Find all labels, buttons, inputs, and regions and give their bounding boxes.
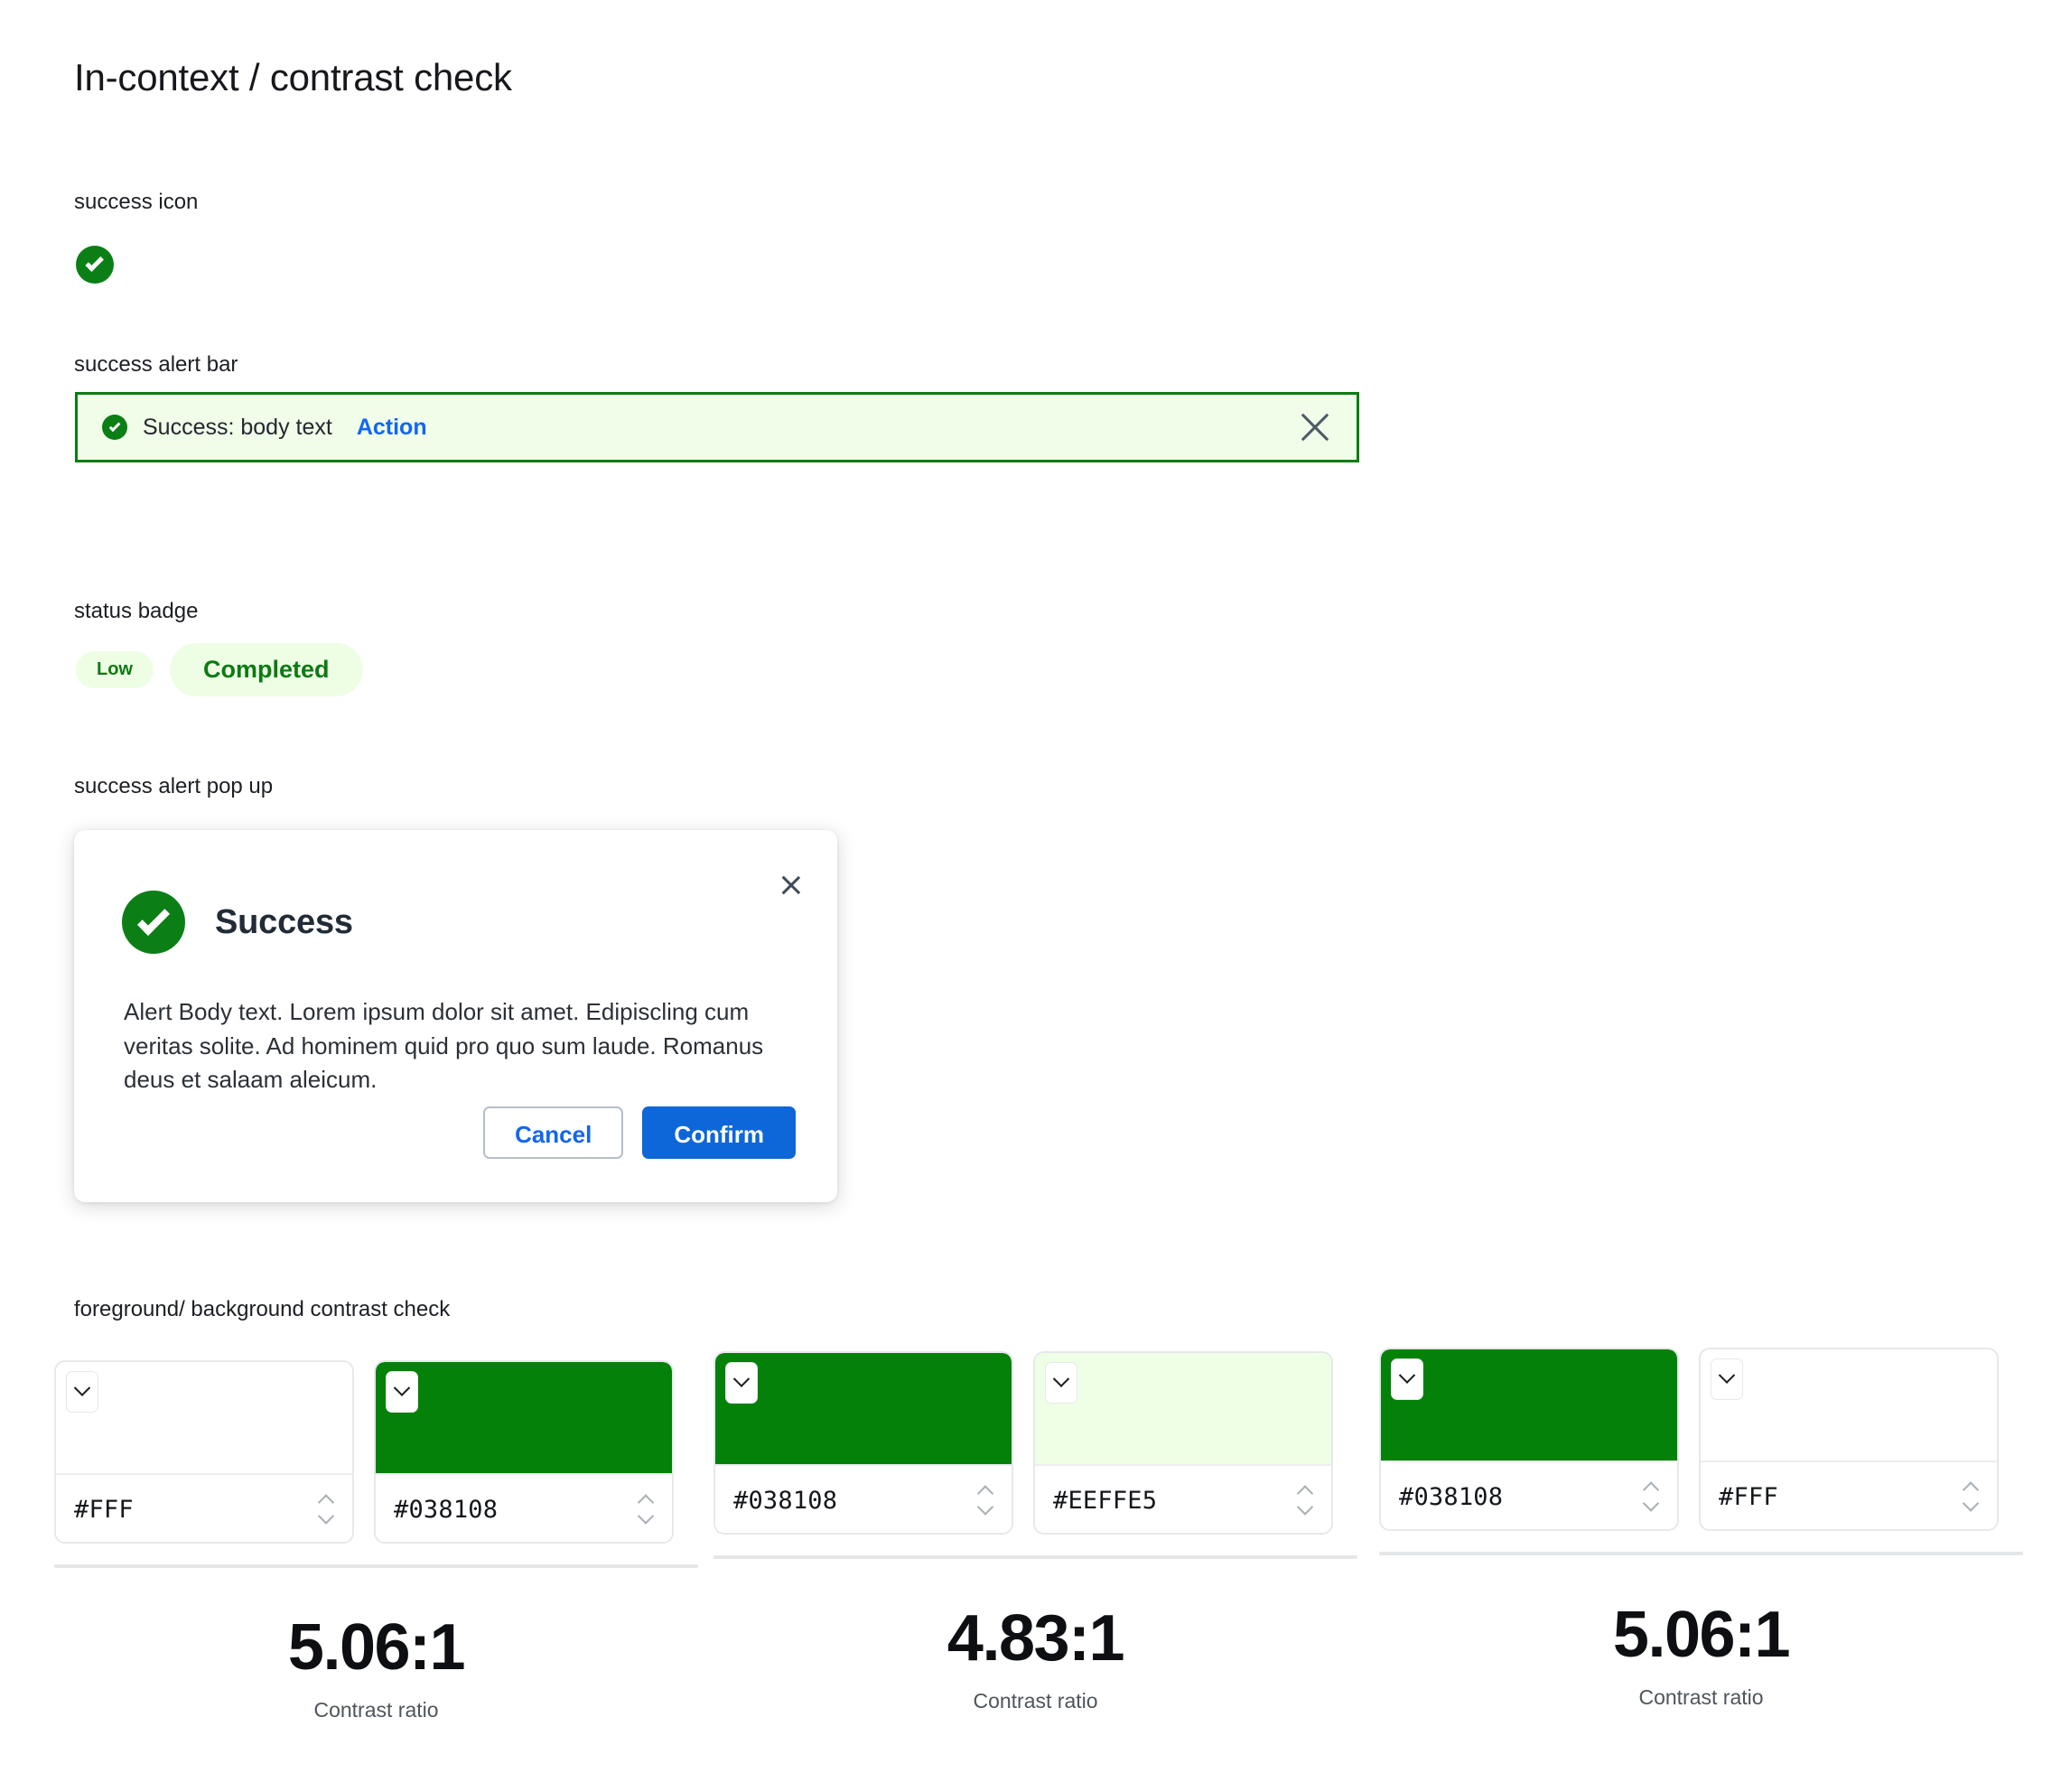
hex-value: #FFF — [1719, 1482, 1778, 1511]
color-swatch-preview[interactable] — [715, 1353, 1012, 1464]
contrast-ratio-value: 5.06:1 — [287, 1611, 466, 1684]
check-circle-icon — [122, 891, 185, 954]
divider — [54, 1564, 698, 1568]
alert-bar-message: Success: body text — [143, 414, 332, 440]
cancel-button[interactable]: Cancel — [483, 1106, 624, 1159]
color-swatch-preview[interactable] — [376, 1362, 672, 1473]
stepper-icon[interactable] — [974, 1479, 997, 1521]
alert-bar-action-link[interactable]: Action — [357, 415, 427, 441]
section-label-contrast-check: foreground/ background contrast check — [74, 1297, 451, 1321]
close-icon[interactable] — [778, 872, 805, 899]
close-icon[interactable] — [1297, 409, 1333, 445]
color-swatch-preview[interactable] — [1035, 1353, 1331, 1464]
check-circle-icon — [76, 246, 114, 284]
chevron-down-icon[interactable] — [66, 1371, 98, 1413]
contrast-ratio-value: 4.83:1 — [947, 1602, 1125, 1675]
status-badge-row: Low Completed — [76, 643, 363, 696]
hex-value: #038108 — [733, 1486, 838, 1515]
section-label-alert-popup: success alert pop up — [74, 774, 274, 798]
chevron-down-icon[interactable] — [725, 1362, 758, 1404]
stepper-icon[interactable] — [1639, 1476, 1663, 1517]
stepper-icon[interactable] — [1959, 1476, 1982, 1517]
dialog-title: Success — [215, 902, 353, 941]
color-swatch-card[interactable]: #038108 — [1379, 1348, 1679, 1531]
contrast-ratio-caption: Contrast ratio — [973, 1689, 1098, 1713]
contrast-ratio-caption: Contrast ratio — [313, 1698, 439, 1722]
color-swatch-preview[interactable] — [1701, 1349, 1997, 1461]
status-badge-low: Low — [76, 651, 154, 688]
chevron-down-icon[interactable] — [386, 1371, 418, 1413]
contrast-result: 5.06:1 Contrast ratio — [1379, 1602, 2023, 1710]
section-label-status-badge: status badge — [74, 599, 199, 623]
divider — [713, 1555, 1357, 1559]
color-swatch-card[interactable]: #038108 — [713, 1351, 1013, 1535]
stepper-icon[interactable] — [634, 1489, 657, 1530]
divider — [1379, 1552, 2023, 1555]
hex-input-field[interactable]: #038108 — [376, 1473, 672, 1542]
contrast-group: #FFF #038108 5.06:1 Contrast ratio — [54, 1360, 698, 1722]
contrast-ratio-caption: Contrast ratio — [1638, 1685, 1764, 1709]
success-alert-dialog: Success Alert Body text. Lorem ipsum dol… — [74, 830, 837, 1202]
hex-input-field[interactable]: #FFF — [56, 1473, 352, 1542]
hex-value: #038108 — [394, 1495, 499, 1524]
color-swatch-card[interactable]: #FFF — [54, 1360, 354, 1544]
contrast-group: #038108 #FFF 5.06:1 Contrast ratio — [1379, 1348, 2023, 1710]
hex-value: #FFF — [74, 1495, 134, 1524]
status-badge-completed: Completed — [170, 643, 363, 696]
hex-input-field[interactable]: #038108 — [715, 1464, 1012, 1533]
section-label-alert-bar: success alert bar — [74, 352, 238, 377]
color-swatch-card[interactable]: #EEFFE5 — [1033, 1351, 1333, 1535]
confirm-button[interactable]: Confirm — [642, 1106, 796, 1159]
color-swatch-card[interactable]: #FFF — [1699, 1348, 1999, 1531]
hex-value: #EEFFE5 — [1053, 1486, 1158, 1515]
contrast-group: #038108 #EEFFE5 4.83:1 Contrast ratio — [713, 1351, 1357, 1713]
color-swatch-card[interactable]: #038108 — [374, 1360, 674, 1544]
chevron-down-icon[interactable] — [1711, 1358, 1743, 1400]
hex-input-field[interactable]: #038108 — [1381, 1461, 1677, 1529]
stepper-icon[interactable] — [314, 1489, 338, 1530]
check-circle-icon — [102, 415, 127, 440]
dialog-header: Success — [122, 891, 353, 954]
section-label-success-icon: success icon — [74, 190, 199, 214]
hex-input-field[interactable]: #FFF — [1701, 1461, 1997, 1529]
hex-value: #038108 — [1399, 1482, 1504, 1511]
page-title: In-context / contrast check — [74, 56, 512, 98]
success-alert-bar: Success: body text Action — [75, 392, 1359, 462]
contrast-result: 5.06:1 Contrast ratio — [54, 1615, 698, 1722]
hex-input-field[interactable]: #EEFFE5 — [1035, 1464, 1331, 1533]
dialog-actions: Cancel Confirm — [483, 1106, 796, 1159]
contrast-result: 4.83:1 Contrast ratio — [713, 1606, 1357, 1713]
dialog-body-text: Alert Body text. Lorem ipsum dolor sit a… — [124, 998, 764, 1094]
stepper-icon[interactable] — [1293, 1479, 1317, 1521]
chevron-down-icon[interactable] — [1391, 1358, 1423, 1400]
color-swatch-preview[interactable] — [56, 1362, 352, 1473]
color-swatch-preview[interactable] — [1381, 1349, 1677, 1461]
chevron-down-icon[interactable] — [1045, 1362, 1077, 1404]
contrast-ratio-value: 5.06:1 — [1612, 1599, 1791, 1671]
